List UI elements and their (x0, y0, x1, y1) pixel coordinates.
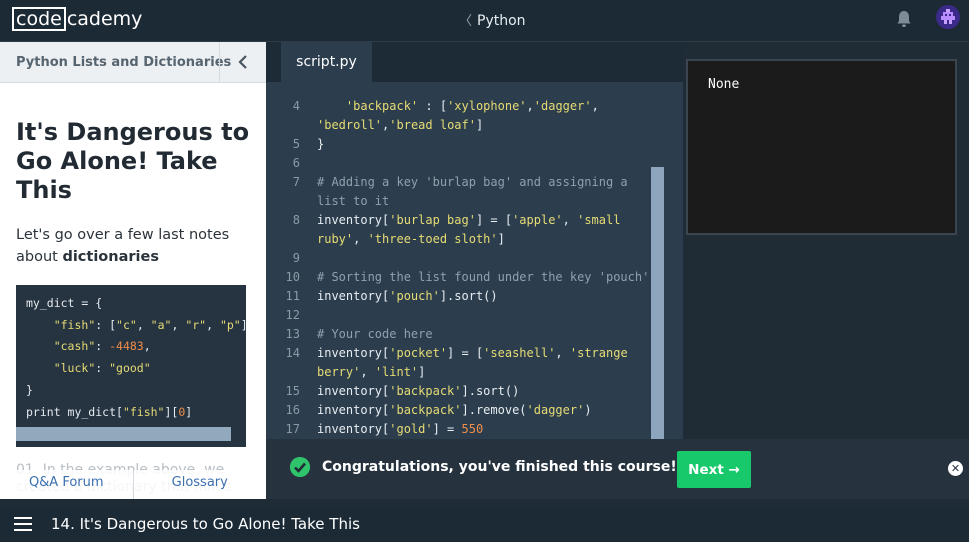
line-number: 8 (292, 213, 300, 227)
line-text (317, 306, 651, 325)
horizontal-scrollbar[interactable] (16, 427, 231, 441)
example-code: my_dict = { "fish": ["c", "a", "r", "p"]… (16, 285, 246, 423)
line-number: 5 (292, 137, 300, 151)
logo-cademy: cademy (66, 8, 143, 30)
snippet-line: my_dict = { (26, 296, 103, 310)
code-line[interactable]: 12 (266, 306, 651, 325)
lesson-panel: Python Lists and Dictionaries It's Dange… (0, 42, 266, 499)
line-number: 12 (285, 308, 300, 322)
editor-tab-bar: script.py (266, 42, 683, 82)
check-circle-icon (290, 457, 310, 477)
breadcrumb[interactable]: 〈 Python (459, 10, 526, 29)
line-number: 7 (292, 175, 300, 189)
code-line[interactable]: 15 inventory['backpack'].sort() (266, 382, 651, 401)
collapse-panel-button[interactable] (219, 42, 266, 82)
top-navbar: code cademy 〈 Python (0, 0, 969, 42)
line-text: inventory['backpack'].sort() (317, 384, 520, 398)
line-number: 6 (292, 156, 300, 170)
line-text: inventory['pocket'] = ['seashell', 'stra… (317, 346, 635, 379)
code-line[interactable]: 17 inventory['gold'] = 550 (266, 420, 651, 439)
line-number: 4 (292, 99, 300, 113)
intro-keyword: dictionaries (62, 249, 159, 265)
code-line[interactable]: 10 # Sorting the list found under the key… (266, 268, 651, 287)
snippet-line: "cash": -4483, (53, 339, 151, 354)
code-line[interactable]: 4 'backpack' : ['xylophone','dagger', 'b… (266, 97, 651, 135)
snippet-line: "luck": "good" (53, 361, 151, 376)
lesson-title: It's Dangerous to Go Alone! Take This (16, 118, 250, 204)
qa-forum-link[interactable]: Q&A Forum (0, 470, 133, 499)
code-line[interactable]: 6 (266, 154, 651, 173)
line-text (317, 154, 651, 173)
line-text (317, 249, 651, 268)
console-output: None (686, 59, 957, 235)
line-text: inventory['backpack'].remove('dagger') (317, 403, 592, 417)
example-code-block: my_dict = { "fish": ["c", "a", "r", "p"]… (16, 285, 246, 447)
code-line[interactable]: 8 inventory['burlap bag'] = ['apple', 'sm… (266, 211, 651, 249)
close-icon[interactable]: ✕ (948, 461, 963, 476)
line-number: 16 (285, 403, 300, 417)
breadcrumb-label: Python (477, 13, 526, 29)
snippet-line: } (26, 382, 33, 397)
line-number: 13 (285, 327, 300, 341)
line-number: 9 (292, 251, 300, 265)
code-line[interactable]: 13 # Your code here (266, 325, 651, 344)
chevron-left-icon: 〈 (459, 14, 473, 29)
bottom-navbar: 14. It's Dangerous to Go Alone! Take Thi… (0, 508, 969, 542)
code-line[interactable]: 5} (266, 135, 651, 154)
avatar-icon[interactable] (936, 5, 960, 29)
line-number: 14 (285, 346, 300, 360)
line-text: inventory['pouch'].sort() (317, 289, 498, 303)
line-text: inventory['gold'] = 550 (317, 422, 484, 436)
codecademy-logo[interactable]: code cademy (12, 6, 142, 32)
bell-icon[interactable] (896, 10, 912, 28)
code-line[interactable]: 9 (266, 249, 651, 268)
logo-code: code (12, 7, 66, 31)
code-line[interactable]: 11 inventory['pouch'].sort() (266, 287, 651, 306)
code-area[interactable]: 4 'backpack' : ['xylophone','dagger', 'b… (266, 97, 651, 439)
line-text: # Your code here (317, 327, 433, 341)
output-panel: None (683, 42, 969, 439)
code-line[interactable]: 14 inventory['pocket'] = ['seashell', 'st… (266, 344, 651, 382)
next-button[interactable]: Next → (677, 451, 751, 488)
lesson-menu-label[interactable]: 14. It's Dangerous to Go Alone! Take Thi… (51, 515, 360, 533)
snippet-line: "fish": ["c", "a", "r", "p"], (53, 317, 246, 332)
course-title: Python Lists and Dictionaries (16, 55, 232, 70)
glossary-link[interactable]: Glossary (134, 470, 267, 499)
tab-script-py[interactable]: script.py (281, 42, 372, 82)
line-text: # Sorting the list found under the key '… (317, 270, 650, 284)
line-text: inventory['burlap bag'] = ['apple', 'sma… (317, 213, 628, 246)
line-text: # Adding a key 'burlap bag' and assignin… (317, 175, 635, 208)
line-number: 17 (285, 422, 300, 436)
congrats-message: Congratulations, you've finished this co… (322, 459, 677, 475)
hamburger-menu-icon[interactable] (14, 517, 32, 531)
lesson-panel-footer: Q&A Forum Glossary (0, 470, 266, 499)
line-text: } (317, 137, 325, 151)
chevron-left-icon (238, 55, 247, 69)
code-line[interactable]: 7 # Adding a key 'burlap bag' and assigni… (266, 173, 651, 211)
code-line[interactable]: 16 inventory['backpack'].remove('dagger') (266, 401, 651, 420)
congrats-banner: Congratulations, you've finished this co… (266, 439, 969, 499)
lesson-panel-header: Python Lists and Dictionaries (0, 42, 266, 83)
console-text: None (708, 77, 740, 92)
vertical-scrollbar[interactable] (651, 167, 664, 439)
line-text: 'backpack' : ['xylophone','dagger', 'bed… (317, 99, 607, 132)
line-number: 15 (285, 384, 300, 398)
lesson-intro: Let's go over a few last notes about dic… (16, 224, 246, 268)
snippet-line: print my_dict["fish"][0] (26, 404, 193, 419)
code-editor[interactable]: script.py 4 'backpack' : ['xylophone','d… (266, 42, 683, 439)
line-number: 10 (285, 270, 300, 284)
line-number: 11 (285, 289, 300, 303)
